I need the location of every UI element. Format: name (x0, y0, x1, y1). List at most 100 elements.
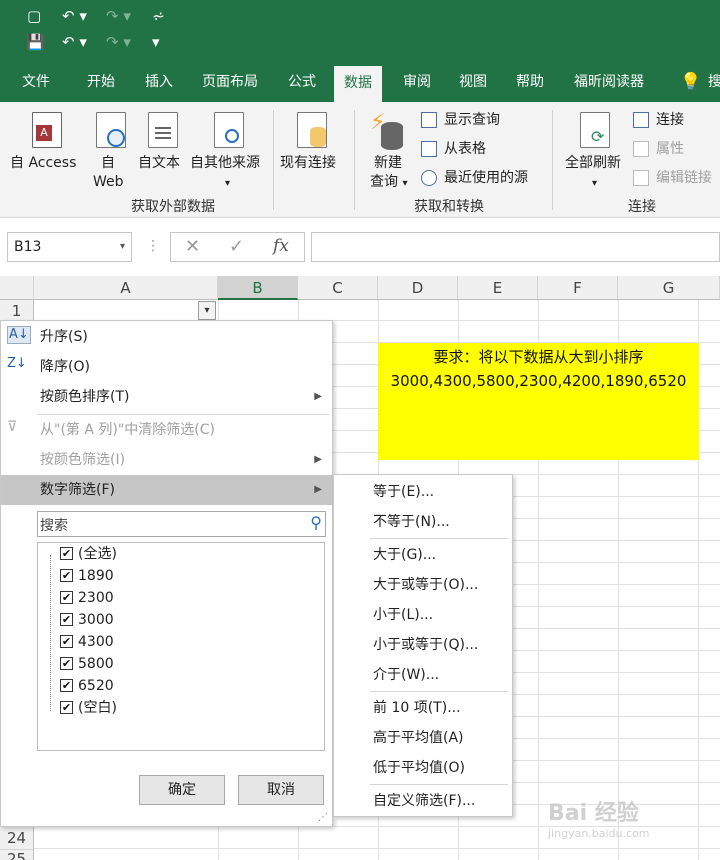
column-header-a[interactable]: A (34, 276, 218, 300)
tab-file[interactable]: 文件 (22, 69, 50, 102)
note-line-2: 3000,4300,5800,2300,4200,1890,6520 (390, 372, 687, 390)
touch-mode-icon[interactable]: ▢ (27, 6, 41, 26)
tab-home[interactable]: 开始 (87, 69, 115, 102)
watermark-url: jingyan.baidu.com (548, 827, 650, 840)
custom-filter-item[interactable]: 自定义筛选(F)... (334, 786, 512, 816)
tab-help[interactable]: 帮助 (516, 69, 544, 102)
number-filter-item[interactable]: 数字筛选(F) ▶ (1, 475, 332, 505)
search-icon: ⚲ (310, 513, 322, 532)
column-header-c[interactable]: C (298, 276, 378, 300)
checkbox-checked-icon[interactable]: ✔ (60, 569, 73, 582)
filter-less-than-item[interactable]: 小于(L)... (334, 600, 512, 630)
column-header-f[interactable]: F (538, 276, 618, 300)
refresh-dropdown-icon[interactable]: ▾ (592, 174, 597, 193)
from-web-button[interactable]: 自 (101, 154, 115, 173)
column-header-g[interactable]: G (618, 276, 720, 300)
ribbon-separator (273, 110, 274, 210)
row-header-24[interactable]: 24 (0, 826, 34, 850)
refresh-all-icon: ⟳ (580, 112, 610, 148)
connections-icon (633, 112, 649, 128)
from-access-button[interactable]: 自 Access (10, 154, 76, 173)
select-all-corner[interactable] (0, 276, 34, 300)
column-header-d[interactable]: D (378, 276, 458, 300)
baidu-watermark: Bai 经验 jingyan.baidu.com (548, 795, 718, 855)
checkbox-checked-icon[interactable]: ✔ (60, 547, 73, 560)
lightbulb-icon[interactable]: 💡 (680, 72, 701, 92)
connections-button[interactable]: 连接 (656, 110, 684, 130)
column-header-b[interactable]: B (218, 276, 298, 300)
properties-button: 属性 (656, 141, 684, 157)
tab-insert[interactable]: 插入 (145, 69, 173, 102)
tab-view[interactable]: 视图 (459, 69, 487, 102)
checkbox-checked-icon[interactable]: ✔ (60, 613, 73, 626)
from-text-button[interactable]: 自文本 (138, 154, 180, 173)
show-query-icon (421, 112, 437, 128)
resize-grip-icon[interactable]: ⋰ (318, 812, 328, 823)
filter-not-equals-item[interactable]: 不等于(N)... (334, 507, 512, 537)
name-box-value: B13 (14, 239, 42, 255)
new-query-dropdown-icon[interactable]: ▾ (402, 178, 407, 189)
from-table-button[interactable]: 从表格 (444, 139, 486, 159)
undo-icon[interactable]: ↶ ▾ (62, 6, 87, 26)
row-header-1[interactable]: 1 (0, 300, 34, 322)
qat-dropdown-icon[interactable]: ▾ (152, 32, 160, 52)
ribbon-separator-2 (354, 110, 355, 210)
existing-connections-icon (297, 112, 327, 148)
filter-less-equal-item[interactable]: 小于或等于(Q)... (334, 630, 512, 660)
existing-connections-button[interactable]: 现有连接 (280, 154, 336, 173)
enter-icon[interactable]: ✓ (229, 236, 244, 257)
cancel-button[interactable]: 取消 (238, 775, 324, 805)
filter-between-item[interactable]: 介于(W)... (334, 660, 512, 690)
sort-by-color-item[interactable]: 按颜色排序(T) ▶ (1, 382, 332, 412)
ribbon: A 自 Access 自 Web 自文本 自其他来源 ▾ 现有连接 获取外部数据… (0, 102, 720, 218)
other-sources-dropdown-icon[interactable]: ▾ (225, 174, 230, 193)
checkbox-checked-icon[interactable]: ✔ (60, 679, 73, 692)
refresh-all-button[interactable]: 全部刷新 (565, 154, 621, 173)
ok-button[interactable]: 确定 (139, 775, 225, 805)
name-box[interactable]: B13 ▾ (7, 232, 132, 262)
checkbox-checked-icon[interactable]: ✔ (60, 657, 73, 670)
tab-review[interactable]: 审阅 (403, 69, 431, 102)
undo-icon-2[interactable]: ↶ ▾ (62, 32, 87, 52)
checkbox-checked-icon[interactable]: ✔ (60, 701, 73, 714)
sort-descending-item[interactable]: 降序(O) (1, 352, 332, 382)
tab-formulas[interactable]: 公式 (288, 69, 316, 102)
text-file-icon (148, 112, 178, 148)
checkbox-checked-icon[interactable]: ✔ (60, 635, 73, 648)
filter-greater-equal-item[interactable]: 大于或等于(O)... (334, 570, 512, 600)
note-line-1: 要求：将以下数据从大到小排序 (433, 348, 644, 366)
row-header-25[interactable]: 25 (0, 850, 34, 860)
save-icon[interactable]: 💾 (26, 32, 45, 52)
new-query-button[interactable]: 新建 (374, 154, 402, 173)
customize-qat-icon[interactable]: ⩫ (152, 6, 165, 26)
menu-separator (370, 691, 508, 692)
formula-input[interactable] (311, 232, 720, 262)
group-label-get-transform: 获取和转换 (414, 199, 484, 215)
filter-value-list: ✔ (全选) ✔ 1890 ✔ 2300 ✔ 3000 ✔ 4300 ✔ 5800 ✔ 652… (37, 542, 325, 751)
filter-search-input[interactable]: 搜索 ⚲ (37, 511, 326, 537)
filter-dropdown-button[interactable]: ▾ (198, 301, 216, 320)
formula-buttons: ✕ ✓ fx (170, 232, 305, 262)
checkbox-checked-icon[interactable]: ✔ (60, 591, 73, 604)
edit-links-button: 编辑链接 (656, 170, 712, 186)
insert-function-icon[interactable]: fx (273, 236, 289, 256)
cancel-icon[interactable]: ✕ (185, 236, 200, 257)
new-query-button-line2[interactable]: 查询 ▾ (370, 173, 407, 193)
filter-equals-item[interactable]: 等于(E)... (334, 477, 512, 507)
name-box-dropdown-icon[interactable]: ▾ (120, 233, 125, 261)
recent-sources-button[interactable]: 最近使用的源 (444, 168, 528, 188)
from-web-button-line2[interactable]: Web (93, 173, 124, 192)
redo-icon: ↷ ▾ (106, 7, 131, 25)
tab-search[interactable]: 搜 (708, 69, 720, 102)
from-other-sources-button[interactable]: 自其他来源 (190, 154, 260, 173)
filter-below-average-item[interactable]: 低于平均值(O) (334, 753, 512, 783)
tab-page-layout[interactable]: 页面布局 (202, 69, 258, 102)
filter-above-average-item[interactable]: 高于平均值(A) (334, 723, 512, 753)
filter-top-10-item[interactable]: 前 10 项(T)... (334, 693, 512, 723)
tab-data[interactable]: 数据 (334, 66, 382, 102)
filter-greater-than-item[interactable]: 大于(G)... (334, 540, 512, 570)
column-header-e[interactable]: E (458, 276, 538, 300)
sort-ascending-item[interactable]: 升序(S) (1, 322, 332, 352)
show-query-button[interactable]: 显示查询 (444, 110, 500, 130)
tab-foxit-reader[interactable]: 福昕阅读器 (574, 69, 644, 102)
